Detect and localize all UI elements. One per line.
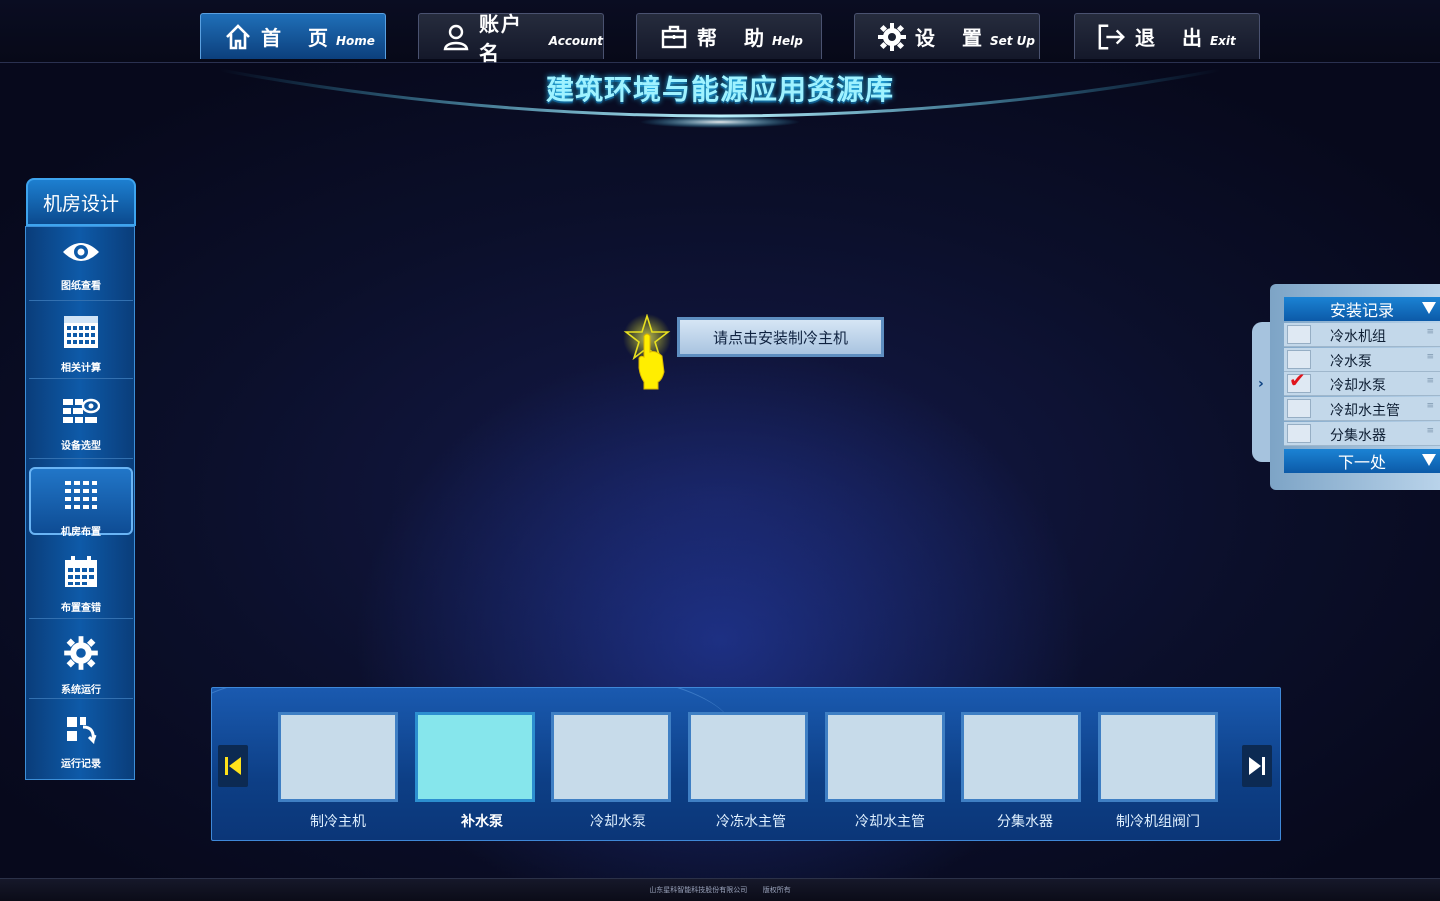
briefcase-icon	[659, 22, 689, 52]
nav-exit-button[interactable]: 退 出 Exit	[1074, 13, 1260, 59]
tray-card-selected[interactable]	[415, 712, 535, 802]
page-title: 建筑环境与能源应用资源库	[545, 73, 894, 106]
top-nav-bar: 首 页 Home 账户名 Account 帮 助 Help 设 置 Set Up…	[0, 0, 1440, 65]
grip-icon: ≡	[1426, 426, 1434, 436]
install-row-checkbox[interactable]	[1287, 399, 1311, 418]
nav-exit-en: Exit	[1209, 33, 1236, 48]
nav-help-en: Help	[771, 33, 803, 48]
tray-prev-button[interactable]	[218, 745, 248, 787]
calendar-icon	[63, 555, 99, 593]
grip-icon: ≡	[1426, 352, 1434, 362]
install-row-label: 分集水器	[1330, 428, 1386, 444]
sidebar-item-label: 运行记录	[61, 759, 101, 770]
nav-account-en: Account	[548, 33, 603, 48]
tray-next-button[interactable]	[1242, 745, 1272, 787]
tray-card-label: 补水泵	[461, 814, 503, 830]
gear-icon	[877, 22, 907, 52]
tray-card[interactable]	[551, 712, 671, 802]
install-row[interactable]: 冷水机组 ≡	[1284, 323, 1440, 347]
tray-card[interactable]	[825, 712, 945, 802]
calculator-icon	[63, 315, 99, 353]
nav-home-label: 首 页	[261, 26, 338, 50]
sidebar-item-layout-check[interactable]: 布置查错	[29, 545, 133, 619]
tray-card-label: 冷冻水主管	[716, 814, 786, 830]
sidebar-item-label: 设备选型	[61, 441, 101, 452]
exit-icon	[1097, 22, 1127, 52]
caret-down-icon	[1422, 302, 1436, 314]
sidebar-item-label: 相关计算	[61, 363, 101, 374]
footer-rights: 版权所有	[762, 886, 791, 894]
caret-down-icon	[1422, 454, 1436, 466]
tray-card-label: 冷却水主管	[855, 814, 925, 830]
tray-card[interactable]	[688, 712, 808, 802]
checkmark-icon: ✔	[1289, 368, 1306, 392]
footer: 山东星科智能科技股份有限公司 版权所有	[0, 878, 1440, 901]
nav-help-button[interactable]: 帮 助 Help	[636, 13, 822, 59]
equipment-select-icon	[62, 395, 101, 431]
install-panel-title: 安装记录	[1329, 301, 1394, 320]
sidebar-item-label: 图纸查看	[61, 281, 101, 292]
next-button-label: 下一处	[1337, 453, 1386, 472]
footer-company: 山东星科智能科技股份有限公司	[649, 886, 748, 894]
next-button[interactable]: 下一处	[1284, 449, 1440, 473]
skip-forward-icon	[1249, 757, 1265, 775]
sidebar-item-equipment-select[interactable]: 设备选型	[29, 385, 133, 459]
nav-setup-en: Set Up	[989, 33, 1035, 48]
sidebar-item-drawing-view[interactable]: 图纸查看	[29, 227, 133, 301]
sidebar-item-calculation[interactable]: 相关计算	[29, 305, 133, 379]
install-row[interactable]: 冷水泵 ≡	[1284, 348, 1440, 372]
tray-card[interactable]	[1098, 712, 1218, 802]
grip-icon: ≡	[1426, 401, 1434, 411]
sidebar-item-label: 系统运行	[61, 685, 101, 696]
tray-card[interactable]	[961, 712, 1081, 802]
sidebar-item-run-record[interactable]: 运行记录	[29, 705, 133, 779]
tray-card[interactable]	[278, 712, 398, 802]
gear-icon	[63, 635, 99, 675]
sidebar-item-label: 布置查错	[61, 603, 101, 614]
grip-icon: ≡	[1426, 327, 1434, 337]
home-icon	[223, 22, 253, 52]
title-banner: 建筑环境与能源应用资源库	[180, 62, 1260, 132]
install-prompt[interactable]: 请点击安装制冷主机	[677, 317, 884, 357]
nav-help-label: 帮 助	[697, 26, 774, 50]
install-row[interactable]: 分集水器 ≡	[1284, 422, 1440, 446]
sidebar-item-label: 机房布置	[61, 527, 101, 538]
tray-card-label: 冷却水泵	[590, 814, 646, 830]
eye-icon	[61, 237, 101, 271]
sidebar-header: 机房设计	[26, 178, 136, 226]
layout-grid-icon	[63, 479, 99, 517]
tray-card-label: 制冷主机	[310, 814, 366, 830]
install-row-label: 冷水泵	[1330, 354, 1372, 370]
skip-back-icon	[225, 757, 241, 775]
nav-home-en: Home	[335, 33, 375, 48]
nav-setup-button[interactable]: 设 置 Set Up	[854, 13, 1040, 59]
sidebar-item-room-layout[interactable]: 机房布置	[29, 467, 133, 538]
pointing-hand-icon	[623, 314, 671, 390]
install-row[interactable]: 冷却水主管 ≡	[1284, 397, 1440, 421]
sidebar-item-system-run[interactable]: 系统运行	[29, 625, 133, 699]
install-row-label: 冷却水泵	[1330, 378, 1386, 394]
nav-home-button[interactable]: 首 页 Home	[200, 13, 386, 59]
nav-account-label: 账户名	[478, 11, 523, 65]
tray-card-label: 制冷机组阀门	[1116, 814, 1200, 830]
sidebar: 图纸查看 相关计算 设备选型 机房布置 布置查错 系统运行 运行记录	[25, 226, 135, 780]
equipment-tray: 制冷主机 补水泵 冷却水泵 冷冻水主管 冷却水主管 分集水器 制冷机组阀门	[211, 687, 1281, 841]
nav-setup-label: 设 置	[915, 26, 992, 50]
install-row-label: 冷水机组	[1330, 329, 1386, 345]
user-icon	[441, 22, 471, 52]
nav-exit-label: 退 出	[1135, 26, 1212, 50]
install-row[interactable]: ✔ 冷却水泵 ≡	[1284, 368, 1440, 396]
install-row-checkbox[interactable]	[1287, 424, 1311, 443]
install-row-checkbox[interactable]	[1287, 325, 1311, 344]
install-row-label: 冷却水主管	[1330, 403, 1400, 419]
chevron-right-icon[interactable]: ›	[1258, 376, 1264, 392]
record-icon	[65, 715, 97, 749]
nav-account-button[interactable]: 账户名 Account	[418, 12, 604, 65]
install-panel-header[interactable]: 安装记录	[1284, 297, 1440, 321]
install-row-checkbox[interactable]	[1287, 350, 1311, 369]
tray-card-label: 分集水器	[997, 814, 1053, 830]
grip-icon: ≡	[1426, 376, 1434, 386]
